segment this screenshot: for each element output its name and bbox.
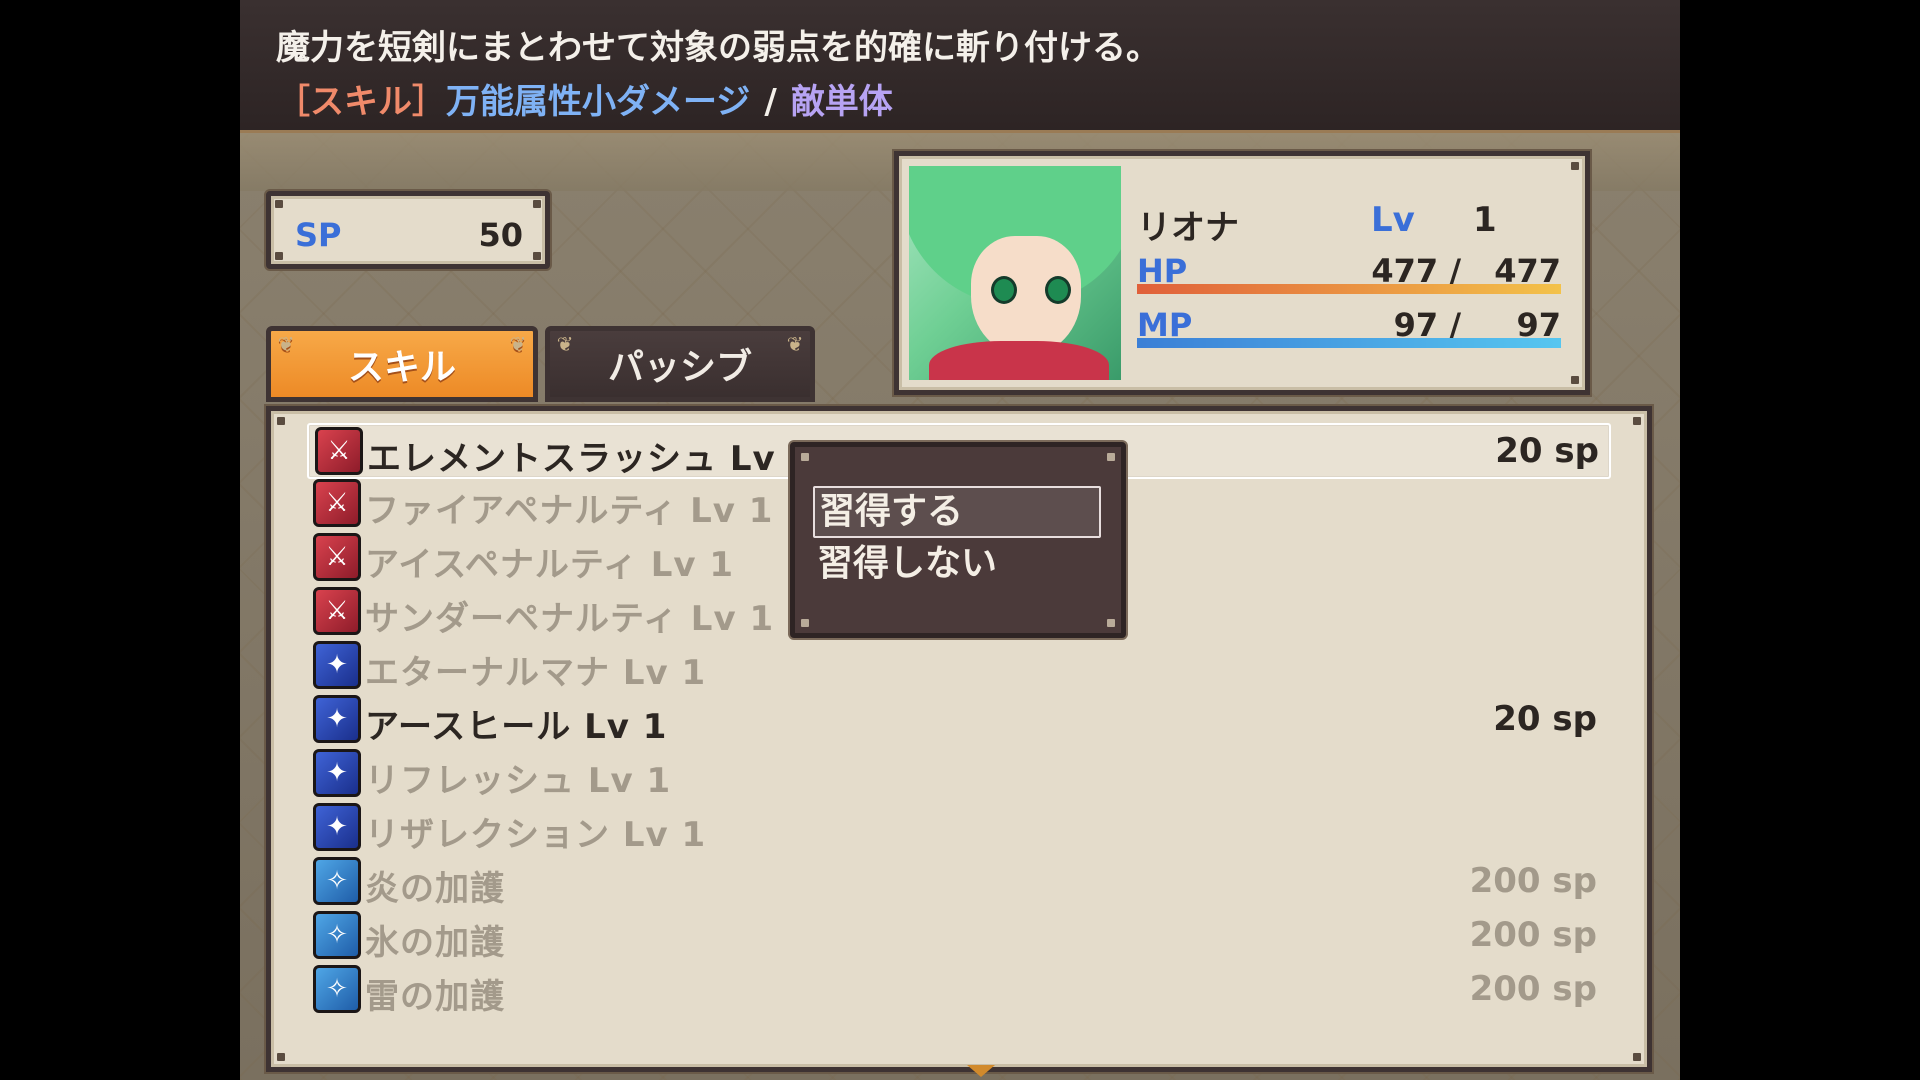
sp-label: SP [295, 216, 342, 254]
blue-mage-icon: ✦ [313, 641, 361, 689]
red-sword-icon: ⚔ [313, 479, 361, 527]
rivet [533, 200, 541, 208]
rivet [275, 200, 283, 208]
actor-portrait [909, 166, 1121, 380]
blue-mage-icon: ✦ [313, 749, 361, 797]
skill-name: エターナルマナ Lv 1 [365, 653, 707, 693]
do-not-learn-option[interactable]: 習得しない [813, 540, 1101, 592]
sp-window: SP 50 [266, 191, 550, 269]
skill-name: アイスペナルティ Lv 1 [365, 545, 735, 585]
actor-name: リオナ [1137, 208, 1239, 248]
red-sword-icon: ⚔ [315, 427, 363, 475]
skill-name: エレメントスラッシュ Lv [367, 439, 776, 479]
portrait-coat [929, 341, 1109, 380]
rivet [1633, 417, 1641, 425]
rivet [1107, 453, 1115, 461]
red-sword-icon: ⚔ [313, 533, 361, 581]
ornament-icon: ❦ [786, 332, 804, 356]
skill-row[interactable]: ✧ 炎の加護 200 sp [307, 855, 1607, 909]
skill-tags: ［スキル］万能属性小ダメージ / 敵単体 [276, 74, 893, 123]
blue-mage-icon: ✦ [313, 803, 361, 851]
tag-target: 敵単体 [790, 82, 893, 122]
skill-row[interactable]: ✦ リザレクション Lv 1 [307, 801, 1607, 855]
skill-description: 魔力を短剣にまとわせて対象の弱点を的確に斬り付ける。 [276, 28, 1160, 68]
skill-name: ファイアペナルティ Lv 1 [365, 491, 774, 531]
skill-row[interactable]: ✦ アースヒール Lv 1 20 sp [307, 693, 1607, 747]
tag-attribute: 万能属性小ダメージ [446, 82, 751, 122]
tag-separator: / [764, 82, 777, 122]
rivet [1571, 376, 1579, 384]
skill-row[interactable]: ✦ リフレッシュ Lv 1 [307, 747, 1607, 801]
tab-skill[interactable]: ❦ スキル ❦ [266, 326, 538, 402]
skill-cost: 200 sp [1469, 969, 1597, 1009]
game-screen: 魔力を短剣にまとわせて対象の弱点を的確に斬り付ける。 ［スキル］万能属性小ダメー… [240, 0, 1680, 1080]
skill-name: 炎の加護 [365, 869, 505, 909]
tab-skill-label: スキル [347, 347, 456, 388]
skill-cost: 200 sp [1469, 915, 1597, 955]
skill-name: 雷の加護 [365, 977, 505, 1017]
skill-name: アースヒール Lv 1 [365, 707, 668, 747]
skill-row[interactable]: ✧ 氷の加護 200 sp [307, 909, 1607, 963]
blessing-icon: ✧ [313, 965, 361, 1013]
scroll-down-arrow-icon[interactable] [967, 1065, 995, 1077]
rivet [1107, 619, 1115, 627]
rivet [533, 252, 541, 260]
skill-name: 氷の加護 [365, 923, 505, 963]
rivet [801, 453, 809, 461]
blue-mage-icon: ✦ [313, 695, 361, 743]
rivet [801, 619, 809, 627]
mp-gauge [1137, 338, 1561, 348]
portrait-eye [991, 276, 1017, 304]
learn-confirm-window: 習得する 習得しない [790, 442, 1126, 638]
rivet [1571, 162, 1579, 170]
skill-name: リザレクション Lv 1 [365, 815, 707, 855]
ornament-icon: ❦ [509, 332, 527, 356]
blessing-icon: ✧ [313, 857, 361, 905]
blessing-icon: ✧ [313, 911, 361, 959]
tab-passive[interactable]: ❦ パッシブ ❦ [545, 326, 815, 402]
portrait-eye [1045, 276, 1071, 304]
rivet [277, 1053, 285, 1061]
level-label: Lv [1371, 200, 1415, 240]
hp-gauge-fill [1137, 284, 1561, 294]
sp-value: 50 [478, 216, 523, 254]
skill-row[interactable]: ✦ エターナルマナ Lv 1 [307, 639, 1607, 693]
skill-cost: 20 sp [1495, 431, 1599, 471]
rivet [275, 252, 283, 260]
red-sword-icon: ⚔ [313, 587, 361, 635]
skill-name: リフレッシュ Lv 1 [365, 761, 672, 801]
skill-row[interactable]: ✧ 雷の加護 200 sp [307, 963, 1607, 1017]
help-window: 魔力を短剣にまとわせて対象の弱点を的確に斬り付ける。 ［スキル］万能属性小ダメー… [240, 0, 1680, 133]
skill-name: サンダーペナルティ Lv 1 [365, 599, 775, 639]
tab-passive-label: パッシブ [607, 347, 752, 388]
ornament-icon: ❦ [556, 332, 574, 356]
ornament-icon: ❦ [277, 332, 295, 356]
rivet [277, 417, 285, 425]
skill-cost: 200 sp [1469, 861, 1597, 901]
level-value: 1 [1473, 200, 1497, 240]
rivet [1633, 1053, 1641, 1061]
hp-gauge [1137, 284, 1561, 294]
mp-gauge-fill [1137, 338, 1561, 348]
tag-skill: ［スキル］ [276, 82, 446, 122]
skill-cost: 20 sp [1493, 699, 1597, 739]
actor-status-window: リオナ Lv 1 HP 477 / 477 MP 97 / 97 [894, 151, 1590, 395]
learn-option[interactable]: 習得する [813, 486, 1101, 538]
